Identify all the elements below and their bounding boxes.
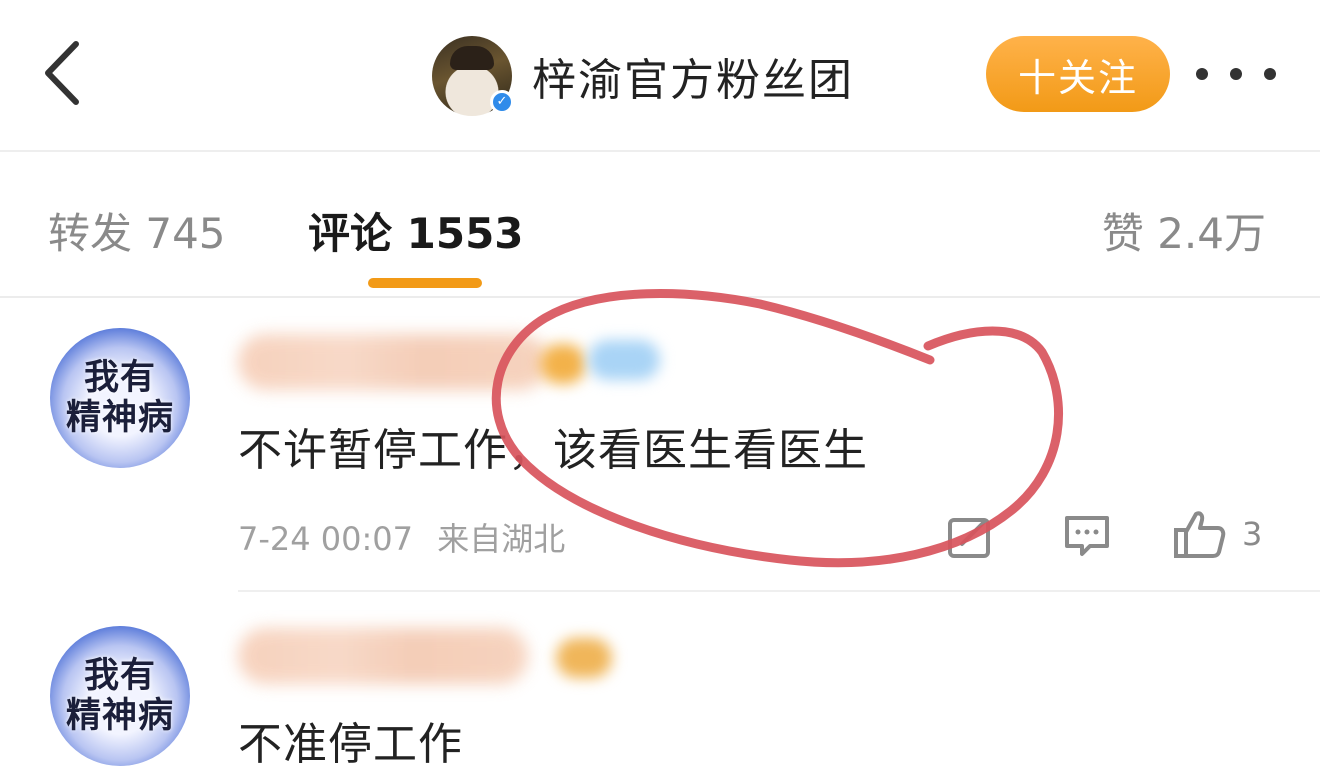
commenter-avatar[interactable]: 我有 精神病 bbox=[50, 626, 190, 766]
share-icon bbox=[948, 518, 990, 558]
user-badge-blurred bbox=[556, 638, 612, 678]
comment-item: 我有 精神病 不许暂停工作，该看医生看医生 7-24 00:07 来自湖北 3 bbox=[0, 298, 1320, 590]
reply-button[interactable] bbox=[1062, 512, 1112, 560]
commenter-avatar[interactable]: 我有 精神病 bbox=[50, 328, 190, 468]
comment-location: 来自湖北 bbox=[437, 520, 566, 558]
more-options-button[interactable] bbox=[1196, 56, 1276, 92]
more-dot bbox=[1264, 68, 1276, 80]
comment-text: 不许暂停工作，该看医生看医生 bbox=[238, 425, 868, 476]
chevron-left-icon bbox=[45, 41, 79, 105]
account-name[interactable]: 梓渝官方粉丝团 bbox=[532, 44, 854, 108]
user-badge-blurred bbox=[540, 344, 586, 384]
avatar-text-line: 我有 bbox=[83, 358, 156, 398]
user-badge-blurred bbox=[588, 340, 660, 380]
thumbs-up-icon bbox=[1174, 511, 1226, 558]
active-tab-indicator bbox=[368, 278, 482, 288]
account-avatar[interactable]: ✓ bbox=[432, 36, 514, 116]
comment-text: 不准停工作 bbox=[238, 719, 463, 770]
interaction-tabs: 转发 745 评论 1553 赞 2.4万 bbox=[0, 152, 1320, 298]
avatar-text-line: 精神病 bbox=[65, 398, 174, 438]
avatar-text-line: 精神病 bbox=[65, 696, 174, 736]
account-title-group[interactable]: ✓ 梓渝官方粉丝团 bbox=[432, 34, 854, 118]
comment-time: 7-24 00:07 bbox=[238, 520, 414, 558]
avatar-hair bbox=[450, 46, 494, 70]
back-button[interactable] bbox=[38, 38, 86, 108]
avatar-text-line: 我有 bbox=[83, 656, 156, 696]
comment-item: 我有 精神病 不准停工作 bbox=[0, 592, 1320, 783]
more-dot bbox=[1230, 68, 1242, 80]
comment-icon bbox=[1065, 516, 1109, 556]
tab-likes[interactable]: 赞 2.4万 bbox=[1102, 200, 1266, 261]
follow-button[interactable]: 十关注 bbox=[986, 36, 1170, 112]
like-button[interactable]: 3 bbox=[1172, 508, 1262, 560]
like-count: 3 bbox=[1242, 515, 1263, 553]
verified-badge-icon: ✓ bbox=[490, 90, 514, 114]
comment-meta: 7-24 00:07 来自湖北 bbox=[238, 514, 565, 560]
commenter-name-blurred[interactable] bbox=[238, 628, 528, 684]
repost-comment-button[interactable] bbox=[946, 512, 994, 560]
tab-comments[interactable]: 评论 1553 bbox=[308, 200, 524, 261]
more-dot bbox=[1196, 68, 1208, 80]
post-header: ✓ 梓渝官方粉丝团 十关注 bbox=[0, 0, 1320, 152]
tab-reposts[interactable]: 转发 745 bbox=[48, 200, 226, 261]
commenter-name-blurred[interactable] bbox=[238, 334, 548, 390]
